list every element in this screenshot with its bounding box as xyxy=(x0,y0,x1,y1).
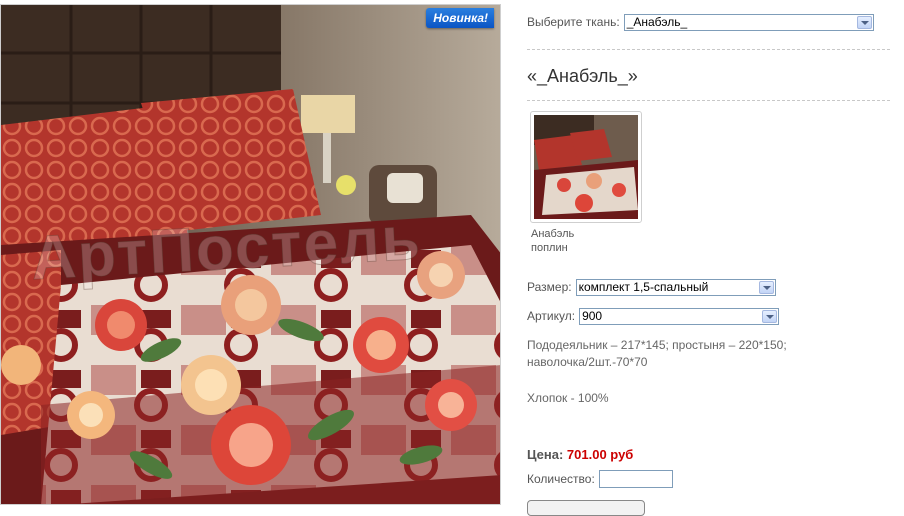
add-to-cart-button[interactable] xyxy=(527,500,645,516)
article-select[interactable]: 900 xyxy=(579,307,780,325)
divider xyxy=(527,100,890,101)
thumbnail-caption: Анабэль поплин xyxy=(531,227,574,255)
thumbnail-caption-fabric: поплин xyxy=(531,242,568,254)
quantity-label: Количество: xyxy=(527,472,595,486)
new-badge: Новинка! xyxy=(426,8,494,28)
product-description: Пододеяльник – 217*145; простыня – 220*1… xyxy=(527,337,867,371)
thumbnail-caption-name: Анабэль xyxy=(531,228,575,240)
material-text: Хлопок - 100% xyxy=(527,391,609,405)
article-label: Артикул: xyxy=(527,309,576,323)
thumbnail-image xyxy=(534,115,638,219)
chevron-down-icon[interactable] xyxy=(762,309,778,323)
divider xyxy=(527,49,890,50)
size-row: Размер: комплект 1,5-спальный xyxy=(527,277,776,297)
size-select[interactable]: комплект 1,5-спальный xyxy=(575,278,776,296)
description-line: наволочка/2шт.-70*70 xyxy=(527,355,648,369)
article-select-value: 900 xyxy=(582,308,603,323)
product-thumbnail[interactable] xyxy=(530,111,642,223)
price-row: Цена: 701.00 руб xyxy=(527,447,633,462)
quantity-row: Количество: xyxy=(527,470,673,488)
product-photo[interactable]: АртПостель Новинка! xyxy=(0,4,501,505)
chevron-down-icon[interactable] xyxy=(856,15,872,29)
fabric-select-value: _Анабэль_ xyxy=(626,14,688,29)
size-label: Размер: xyxy=(527,280,572,294)
fabric-select[interactable]: _Анабэль_ xyxy=(623,13,874,31)
article-row: Артикул: 900 xyxy=(527,306,780,326)
price-label: Цена: xyxy=(527,447,564,462)
product-title: «_Анабэль_» xyxy=(527,66,638,86)
chevron-down-icon[interactable] xyxy=(758,280,774,294)
size-select-value: комплект 1,5-спальный xyxy=(578,279,709,294)
quantity-input[interactable] xyxy=(598,470,673,488)
price-amount: 701.00 руб xyxy=(566,447,634,462)
fabric-row: Выберите ткань: _Анабэль_ xyxy=(527,12,874,32)
fabric-label: Выберите ткань: xyxy=(527,15,620,29)
description-line: Пододеяльник – 217*145; простыня – 220*1… xyxy=(527,338,787,352)
